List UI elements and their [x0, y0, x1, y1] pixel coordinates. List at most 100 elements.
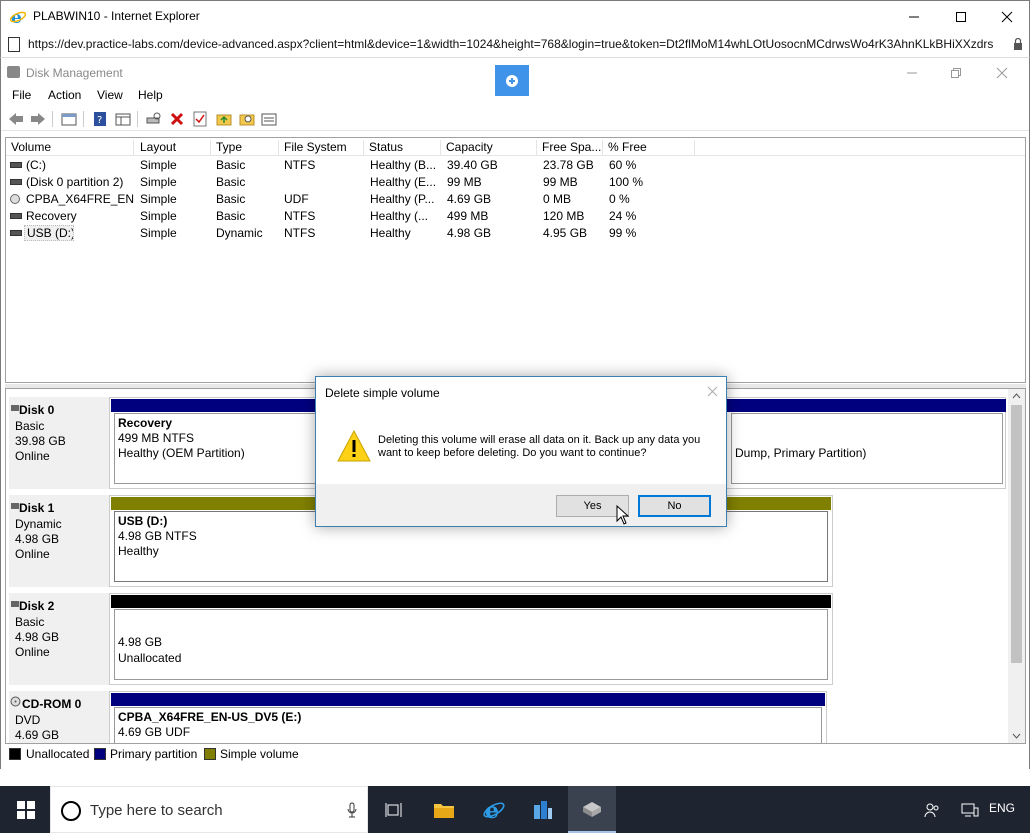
taskbar-search-box[interactable]: Type here to search: [50, 786, 368, 833]
volume-row[interactable]: CPBA_X64FRE_EN-... Simple Basic UDF Heal…: [6, 191, 1025, 208]
back-button[interactable]: [7, 110, 25, 128]
scroll-down-icon[interactable]: [1012, 733, 1021, 739]
no-button[interactable]: No: [638, 495, 711, 517]
menu-view[interactable]: View: [97, 88, 123, 102]
cdrom-0-label[interactable]: CD-ROM 0 DVD 4.69 GB: [9, 691, 110, 743]
task-view-icon: [385, 802, 402, 817]
dialog-close-button[interactable]: [707, 384, 718, 400]
volume-layout: Simple: [140, 192, 177, 206]
volume-row[interactable]: (Disk 0 partition 2) Simple Basic Health…: [6, 174, 1025, 191]
connect-button[interactable]: [145, 110, 163, 128]
properties-button[interactable]: [191, 110, 209, 128]
people-button[interactable]: [912, 786, 952, 833]
disk-size: 4.98 GB: [15, 532, 60, 546]
volume-free: 0 MB: [543, 192, 572, 206]
menu-help[interactable]: Help: [138, 88, 163, 102]
dialog-footer: Yes No: [316, 484, 726, 526]
scroll-up-icon[interactable]: [1012, 393, 1021, 399]
partition-name: USB (D:): [118, 514, 168, 528]
volume-capacity: 499 MB: [447, 209, 489, 223]
dm-restore-button[interactable]: [933, 62, 979, 84]
disk-name: Disk 0: [19, 403, 55, 417]
open-button[interactable]: [215, 110, 233, 128]
partition-unallocated[interactable]: 4.98 GB Unallocated: [111, 595, 831, 683]
volume-name: (Disk 0 partition 2): [26, 175, 124, 189]
file-explorer-button[interactable]: [420, 786, 468, 833]
menu-file[interactable]: File: [12, 88, 31, 102]
volume-layout: Simple: [140, 209, 177, 223]
dialog-message: Deleting this volume will erase all data…: [378, 434, 701, 459]
partition-size: 4.69 GB UDF: [118, 725, 191, 739]
volume-pct-free: 99 %: [609, 226, 637, 240]
delete-button[interactable]: [168, 110, 186, 128]
volume-status: Healthy (...: [370, 209, 429, 223]
disk-name: Disk 2: [19, 599, 55, 613]
forward-button[interactable]: [29, 110, 47, 128]
volume-status: Healthy (B...: [370, 158, 437, 172]
network-button[interactable]: [952, 786, 988, 833]
start-button[interactable]: [2, 786, 50, 833]
disk-0-label[interactable]: Disk 0 Basic 39.98 GB Online: [9, 397, 110, 489]
dm-close-button[interactable]: [979, 62, 1025, 84]
col-capacity[interactable]: Capacity: [441, 140, 537, 156]
volume-type: Basic: [216, 158, 246, 172]
language-indicator[interactable]: ENG: [989, 801, 1015, 815]
minimize-button[interactable]: [891, 1, 937, 33]
col-volume[interactable]: Volume: [6, 140, 134, 156]
address-bar[interactable]: https://dev.practice-labs.com/device-adv…: [0, 32, 1030, 58]
hard-disk-icon: [10, 162, 22, 168]
internet-explorer-icon: e: [483, 798, 505, 822]
dm-minimize-button[interactable]: [889, 62, 935, 84]
col-percent-free[interactable]: % Free: [603, 140, 695, 156]
volume-pct-free: 100 %: [609, 175, 644, 189]
show-hide-button[interactable]: [114, 110, 132, 128]
toolbar: ?: [1, 107, 1029, 131]
partition-name: Recovery: [118, 416, 173, 430]
explore-button[interactable]: [238, 110, 256, 128]
server-manager-button[interactable]: [519, 786, 567, 833]
disk-1-label[interactable]: Disk 1 Dynamic 4.98 GB Online: [9, 495, 110, 587]
help-button[interactable]: ?: [91, 110, 109, 128]
folder-up-icon: [216, 114, 232, 126]
legend-swatch: [204, 748, 216, 760]
help-book-icon: ?: [94, 112, 106, 126]
volume-row[interactable]: Recovery Simple Basic NTFS Healthy (... …: [6, 208, 1025, 225]
volume-list[interactable]: Volume Layout Type File System Status Ca…: [5, 137, 1026, 383]
menu-action[interactable]: Action: [48, 88, 81, 102]
list-view-button[interactable]: [260, 110, 278, 128]
scroll-thumb[interactable]: [1011, 405, 1022, 663]
col-free-space[interactable]: Free Spa...: [537, 140, 603, 156]
task-view-button[interactable]: [370, 786, 418, 833]
partition-size: 4.98 GB NTFS: [118, 529, 197, 543]
partition-cdrom[interactable]: CPBA_X64FRE_EN-US_DV5 (E:) 4.69 GB UDF: [111, 693, 825, 743]
partition-size: 4.98 GB: [118, 635, 163, 649]
microphone-icon[interactable]: [347, 802, 357, 818]
maximize-button[interactable]: [938, 1, 984, 33]
volume-type: Basic: [216, 175, 246, 189]
lock-icon[interactable]: [1013, 38, 1023, 50]
disk-pane-scrollbar[interactable]: [1008, 389, 1025, 743]
maximize-icon: [956, 12, 966, 22]
disk-2-label[interactable]: Disk 2 Basic 4.98 GB Online: [9, 593, 110, 685]
internet-explorer-button[interactable]: e: [470, 786, 518, 833]
col-status[interactable]: Status: [364, 140, 441, 156]
disk-management-taskbar-button[interactable]: [568, 786, 616, 833]
volume-row[interactable]: (C:) Simple Basic NTFS Healthy (B... 39.…: [6, 157, 1025, 174]
partition-name: CPBA_X64FRE_EN-US_DV5 (E:): [118, 710, 302, 724]
close-button[interactable]: [984, 1, 1030, 33]
console-tree-button[interactable]: [60, 110, 78, 128]
partition-primary-c[interactable]: Dump, Primary Partition): [731, 413, 1003, 484]
folder-icon: [434, 803, 454, 818]
folder-search-icon: [239, 114, 255, 126]
svg-text:?: ?: [97, 115, 102, 126]
volume-row-selected[interactable]: USB (D:) Simple Dynamic NTFS Healthy 4.9…: [6, 225, 1025, 242]
volume-fs: NTFS: [284, 209, 316, 223]
volume-status: Healthy (E...: [370, 175, 437, 189]
volume-pct-free: 24 %: [609, 209, 637, 223]
url-text[interactable]: https://dev.practice-labs.com/device-adv…: [28, 37, 1008, 51]
dm-title: Disk Management: [26, 66, 123, 80]
col-file-system[interactable]: File System: [279, 140, 364, 156]
col-type[interactable]: Type: [211, 140, 279, 156]
col-layout[interactable]: Layout: [135, 140, 211, 156]
volume-type: Basic: [216, 209, 246, 223]
